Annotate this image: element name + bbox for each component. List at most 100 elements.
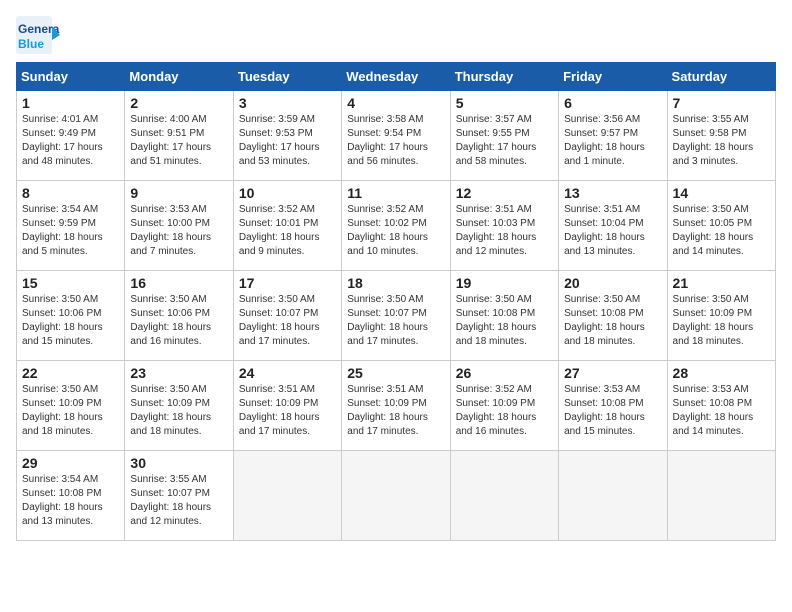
day-info: Sunrise: 3:50 AM Sunset: 10:09 PM Daylig… [673,293,770,349]
day-info: Sunrise: 3:54 AM Sunset: 10:08 PM Daylig… [22,473,119,529]
day-cell: 12Sunrise: 3:51 AM Sunset: 10:03 PM Dayl… [450,181,558,271]
day-info: Sunrise: 3:54 AM Sunset: 9:59 PM Dayligh… [22,203,119,259]
col-header-sunday: Sunday [17,63,125,91]
col-header-tuesday: Tuesday [233,63,341,91]
day-cell: 25 Sunrise: 3:51 AM Sunset: 10:09 PM Dayl… [342,361,450,451]
day-number: 30 [130,455,227,471]
day-number: 1 [22,95,119,111]
day-number: 23 [130,365,227,381]
day-number: 29 [22,455,119,471]
week-row-3: 22 Sunrise: 3:50 AM Sunset: 10:09 PM Dayl… [17,361,776,451]
day-number: 19 [456,275,553,291]
day-info: Sunrise: 3:56 AM Sunset: 9:57 PM Dayligh… [564,113,661,169]
week-row-1: 8 Sunrise: 3:54 AM Sunset: 9:59 PM Daylig… [17,181,776,271]
day-info: Sunrise: 4:01 AM Sunset: 9:49 PM Dayligh… [22,113,119,169]
day-info: Sunrise: 3:53 AM Sunset: 10:08 PM Daylig… [673,383,770,439]
day-cell: 21 Sunrise: 3:50 AM Sunset: 10:09 PM Dayl… [667,271,775,361]
day-number: 8 [22,185,119,201]
day-number: 25 [347,365,444,381]
day-cell: 19 Sunrise: 3:50 AM Sunset: 10:08 PM Dayl… [450,271,558,361]
day-cell: 2Sunrise: 4:00 AM Sunset: 9:51 PM Daylig… [125,91,233,181]
day-cell: 9Sunrise: 3:53 AM Sunset: 10:00 PM Dayli… [125,181,233,271]
day-cell: 7 Sunrise: 3:55 AM Sunset: 9:58 PM Daylig… [667,91,775,181]
day-info: Sunrise: 3:50 AM Sunset: 10:05 PM Daylig… [673,203,770,259]
day-info: Sunrise: 3:50 AM Sunset: 10:06 PM Daylig… [130,293,227,349]
day-cell: 1 Sunrise: 4:01 AM Sunset: 9:49 PM Daylig… [17,91,125,181]
logo: General Blue [16,16,62,54]
day-info: Sunrise: 3:50 AM Sunset: 10:09 PM Daylig… [22,383,119,439]
day-number: 2 [130,95,227,111]
day-cell: 5 Sunrise: 3:57 AM Sunset: 9:55 PM Daylig… [450,91,558,181]
day-number: 21 [673,275,770,291]
day-number: 27 [564,365,661,381]
day-cell: 11 Sunrise: 3:52 AM Sunset: 10:02 PM Dayl… [342,181,450,271]
day-info: Sunrise: 3:55 AM Sunset: 9:58 PM Dayligh… [673,113,770,169]
day-number: 4 [347,95,444,111]
column-headers: SundayMondayTuesdayWednesdayThursdayFrid… [17,63,776,91]
day-number: 6 [564,95,661,111]
day-number: 3 [239,95,336,111]
calendar-body: 1 Sunrise: 4:01 AM Sunset: 9:49 PM Daylig… [17,91,776,541]
day-info: Sunrise: 3:53 AM Sunset: 10:08 PM Daylig… [564,383,661,439]
day-cell: 8 Sunrise: 3:54 AM Sunset: 9:59 PM Daylig… [17,181,125,271]
day-info: Sunrise: 3:50 AM Sunset: 10:06 PM Daylig… [22,293,119,349]
day-number: 10 [239,185,336,201]
day-cell: 27 Sunrise: 3:53 AM Sunset: 10:08 PM Dayl… [559,361,667,451]
day-cell: 3 Sunrise: 3:59 AM Sunset: 9:53 PM Daylig… [233,91,341,181]
day-number: 15 [22,275,119,291]
day-info: Sunrise: 3:51 AM Sunset: 10:04 PM Daylig… [564,203,661,259]
day-number: 13 [564,185,661,201]
day-number: 24 [239,365,336,381]
day-info: Sunrise: 3:50 AM Sunset: 10:08 PM Daylig… [456,293,553,349]
day-cell: 28 Sunrise: 3:53 AM Sunset: 10:08 PM Dayl… [667,361,775,451]
day-number: 11 [347,185,444,201]
day-info: Sunrise: 3:50 AM Sunset: 10:08 PM Daylig… [564,293,661,349]
day-number: 18 [347,275,444,291]
day-number: 20 [564,275,661,291]
day-cell: 26 Sunrise: 3:52 AM Sunset: 10:09 PM Dayl… [450,361,558,451]
day-number: 7 [673,95,770,111]
day-info: Sunrise: 3:50 AM Sunset: 10:07 PM Daylig… [239,293,336,349]
day-cell: 23Sunrise: 3:50 AM Sunset: 10:09 PM Dayl… [125,361,233,451]
day-cell: 17Sunrise: 3:50 AM Sunset: 10:07 PM Dayl… [233,271,341,361]
day-number: 28 [673,365,770,381]
day-info: Sunrise: 3:57 AM Sunset: 9:55 PM Dayligh… [456,113,553,169]
day-info: Sunrise: 3:51 AM Sunset: 10:03 PM Daylig… [456,203,553,259]
svg-text:Blue: Blue [18,37,44,51]
day-cell [342,451,450,541]
day-cell [559,451,667,541]
day-info: Sunrise: 3:52 AM Sunset: 10:09 PM Daylig… [456,383,553,439]
day-cell: 6 Sunrise: 3:56 AM Sunset: 9:57 PM Daylig… [559,91,667,181]
day-cell: 20 Sunrise: 3:50 AM Sunset: 10:08 PM Dayl… [559,271,667,361]
day-info: Sunrise: 3:59 AM Sunset: 9:53 PM Dayligh… [239,113,336,169]
day-info: Sunrise: 3:52 AM Sunset: 10:01 PM Daylig… [239,203,336,259]
day-cell: 16 Sunrise: 3:50 AM Sunset: 10:06 PM Dayl… [125,271,233,361]
day-cell: 10 Sunrise: 3:52 AM Sunset: 10:01 PM Dayl… [233,181,341,271]
week-row-0: 1 Sunrise: 4:01 AM Sunset: 9:49 PM Daylig… [17,91,776,181]
day-cell: 30 Sunrise: 3:55 AM Sunset: 10:07 PM Dayl… [125,451,233,541]
day-cell: 18 Sunrise: 3:50 AM Sunset: 10:07 PM Dayl… [342,271,450,361]
week-row-2: 15 Sunrise: 3:50 AM Sunset: 10:06 PM Dayl… [17,271,776,361]
col-header-thursday: Thursday [450,63,558,91]
day-info: Sunrise: 3:51 AM Sunset: 10:09 PM Daylig… [347,383,444,439]
day-cell: 4Sunrise: 3:58 AM Sunset: 9:54 PM Daylig… [342,91,450,181]
day-cell: 15 Sunrise: 3:50 AM Sunset: 10:06 PM Dayl… [17,271,125,361]
day-cell: 14 Sunrise: 3:50 AM Sunset: 10:05 PM Dayl… [667,181,775,271]
day-number: 16 [130,275,227,291]
day-cell: 22 Sunrise: 3:50 AM Sunset: 10:09 PM Dayl… [17,361,125,451]
day-number: 5 [456,95,553,111]
day-info: Sunrise: 3:50 AM Sunset: 10:07 PM Daylig… [347,293,444,349]
day-info: Sunrise: 3:55 AM Sunset: 10:07 PM Daylig… [130,473,227,529]
col-header-wednesday: Wednesday [342,63,450,91]
logo-graphic: General Blue [16,16,60,54]
day-number: 26 [456,365,553,381]
day-cell [450,451,558,541]
day-number: 22 [22,365,119,381]
day-cell: 24Sunrise: 3:51 AM Sunset: 10:09 PM Dayl… [233,361,341,451]
day-number: 14 [673,185,770,201]
day-number: 9 [130,185,227,201]
day-cell: 29 Sunrise: 3:54 AM Sunset: 10:08 PM Dayl… [17,451,125,541]
col-header-saturday: Saturday [667,63,775,91]
week-row-4: 29 Sunrise: 3:54 AM Sunset: 10:08 PM Dayl… [17,451,776,541]
day-info: Sunrise: 3:52 AM Sunset: 10:02 PM Daylig… [347,203,444,259]
